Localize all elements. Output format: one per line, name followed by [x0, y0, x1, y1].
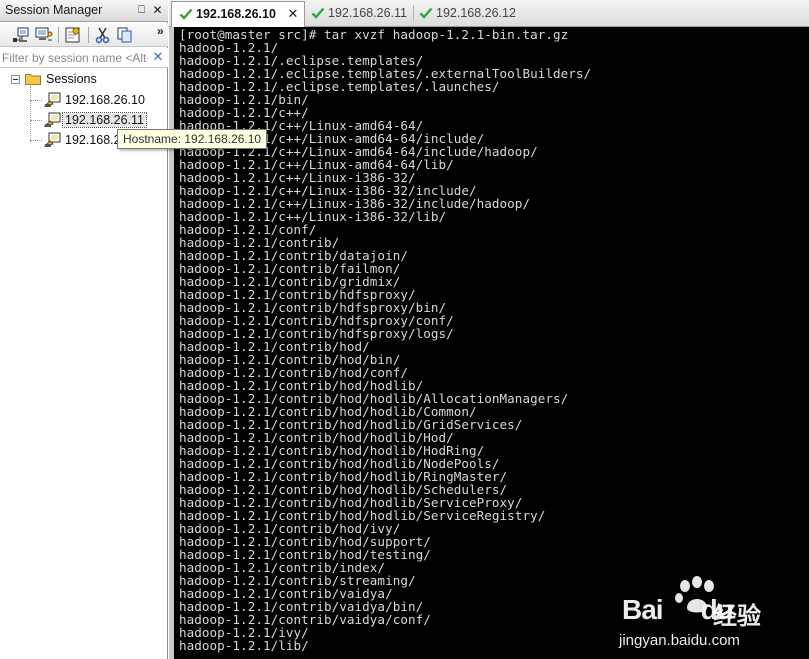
session-tab-bar: 192.168.26.10 ✕ 192.168.26.11 192.168.26… [169, 0, 809, 27]
session-filter-input[interactable] [2, 50, 148, 66]
cut-icon[interactable] [93, 26, 113, 44]
session-filter: ✕ [0, 48, 168, 68]
terminal-line: hadoop-1.2.1/lib/ [179, 638, 309, 653]
session-manager-titlebar: Session Manager ⎕ ✕ [0, 0, 168, 22]
tree-root-sessions[interactable]: Sessions [0, 70, 168, 88]
connected-check-icon [419, 6, 433, 20]
clear-filter-icon[interactable]: ✕ [151, 49, 165, 65]
close-tab-button[interactable]: ✕ [287, 6, 299, 22]
folder-icon [25, 73, 41, 85]
session-label: 192.168.26.10 [65, 93, 145, 107]
toolbar-overflow-button[interactable]: » [157, 24, 164, 38]
tab-192-168-26-10[interactable]: 192.168.26.10 ✕ [171, 1, 305, 27]
connected-check-icon [179, 7, 193, 21]
hostname-tooltip: Hostname: 192.168.26.10 [117, 129, 268, 149]
session-label: 192.168.26.11 [61, 112, 148, 128]
connect-icon[interactable] [12, 26, 32, 44]
pin-icon[interactable]: ⎕ [134, 2, 149, 18]
properties-icon[interactable] [63, 26, 83, 44]
session-item-192-168-26-11[interactable]: 192.168.26.11 [0, 111, 168, 129]
toolbar-separator [88, 27, 89, 43]
tab-label: 192.168.26.10 [196, 7, 276, 21]
tab-192-168-26-11[interactable]: 192.168.26.11 [307, 1, 413, 26]
close-panel-button[interactable]: ✕ [150, 2, 165, 18]
quick-connect-icon[interactable] [33, 26, 53, 44]
collapse-toggle-icon[interactable] [11, 75, 20, 84]
session-item-192-168-26-10[interactable]: 192.168.26.10 [0, 91, 168, 109]
session-toolbar: » [0, 23, 168, 47]
tab-label: 192.168.26.12 [436, 6, 516, 20]
session-icon [43, 132, 61, 148]
copy-icon[interactable] [115, 26, 135, 44]
session-manager-title: Session Manager [5, 3, 103, 17]
watermark-url: jingyan.baidu.com [619, 632, 740, 649]
tab-label: 192.168.26.11 [328, 6, 408, 20]
toolbar-separator [58, 27, 59, 43]
baidu-jingyan-watermark: Bai du 经验 jingyan.baidu.com [615, 574, 805, 656]
terminal-output[interactable]: [root@master src]# tar xvzf hadoop-1.2.1… [169, 27, 809, 659]
connected-check-icon [311, 6, 325, 20]
watermark-product: 经验 [713, 603, 761, 630]
session-icon [43, 92, 61, 108]
session-manager-panel: Session Manager ⎕ ✕ » ✕ [0, 0, 168, 659]
tab-192-168-26-12[interactable]: 192.168.26.12 [415, 1, 521, 26]
session-icon [43, 112, 61, 128]
tree-root-label: Sessions [46, 72, 97, 86]
tab-separator [413, 5, 414, 21]
